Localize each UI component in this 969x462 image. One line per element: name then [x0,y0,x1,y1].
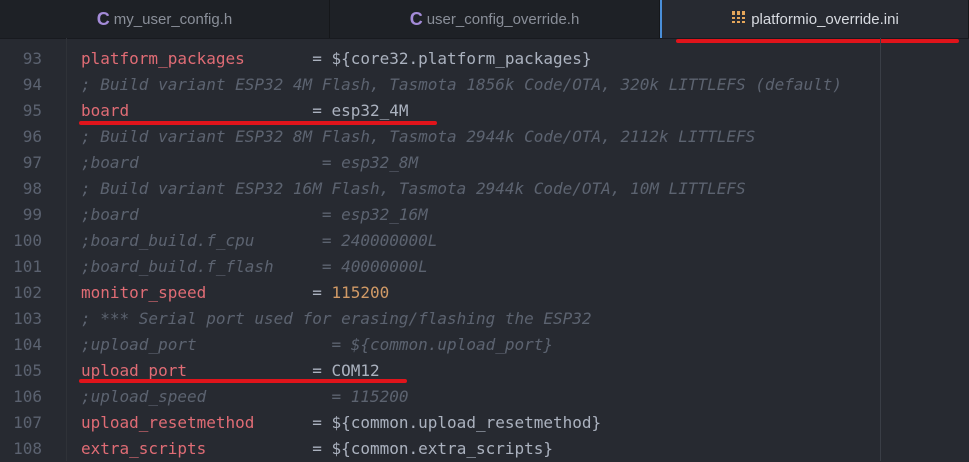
line-number: 94 [22,75,42,94]
code-token: board [81,101,130,120]
line-code: ; *** Serial port used for erasing/flash… [81,306,592,332]
clipped-line: . . . . . . . . . [81,28,621,40]
line-code: upload_resetmethod = ${common.upload_res… [81,410,601,436]
line-code: ;board = esp32_16M [81,202,428,228]
line-code: ;upload_port = ${common.upload_port} [81,332,553,358]
line-number: 107 [13,413,42,432]
code-line[interactable]: 101 ;board_build.f_flash = 40000000L [0,254,969,280]
code-token: ; Build variant ESP32 16M Flash, Tasmota… [81,179,746,198]
line-number: 101 [13,257,42,276]
code-line[interactable]: 103 ; *** Serial port used for erasing/fl… [0,306,969,332]
code-token: monitor_speed [81,283,207,302]
line-number: 105 [13,361,42,380]
line-code: ; Build variant ESP32 16M Flash, Tasmota… [81,176,746,202]
code-line[interactable]: 102 monitor_speed = 115200 [0,280,969,306]
code-token: upload_resetmethod [81,413,255,432]
annotation-underline [79,121,437,125]
tab-platformio-override[interactable]: platformio_override.ini [660,0,969,38]
annotation-underline [79,379,407,383]
code-line[interactable]: 107 upload_resetmethod = ${common.upload_… [0,410,969,436]
code-token: extra_scripts [81,439,207,458]
code-token: ;board_build.f_cpu = 240000000L [81,231,438,250]
tab-label: my_user_config.h [113,10,233,28]
line-number: 108 [13,439,42,458]
code-token: platform_packages [81,49,245,68]
line-number: 98 [22,179,42,198]
line-number: 102 [13,283,42,302]
line-number: 99 [22,205,42,224]
code-token: ;board_build.f_flash = 40000000L [81,257,428,276]
code-line[interactable]: 100 ;board_build.f_cpu = 240000000L [0,228,969,254]
code-line[interactable]: 106 ;upload_speed = 115200 [0,384,969,410]
line-number: 100 [13,231,42,250]
code-line[interactable]: 96 ; Build variant ESP32 8M Flash, Tasmot… [0,124,969,150]
code-line[interactable]: 99 ;board = esp32_16M [0,202,969,228]
code-line[interactable]: 93 platform_packages = ${core32.platform_… [0,46,969,72]
line-number: 104 [13,335,42,354]
code-token: = [206,283,332,302]
code-token: = COM12 [186,361,380,380]
line-code: ;board = esp32_8M [81,150,418,176]
tab-label: platformio_override.ini [751,10,899,28]
code-token: ; Build variant ESP32 4M Flash, Tasmota … [81,75,842,94]
line-number: 95 [22,101,42,120]
code-line[interactable]: 94 ; Build variant ESP32 4M Flash, Tasmot… [0,72,969,98]
line-code: ; Build variant ESP32 8M Flash, Tasmota … [81,124,755,150]
code-token: ;upload_port = ${common.upload_port} [81,335,554,354]
code-token: = ${core32.platform_packages} [244,49,592,68]
code-token: upload_port [81,361,187,380]
code-line[interactable]: 97 ;board = esp32_8M [0,150,969,176]
code-token: ;upload_speed = 115200 [81,387,409,406]
line-number: 103 [13,309,42,328]
code-token: = ${common.upload_resetmethod} [254,413,602,432]
line-code: extra_scripts = ${common.extra_scripts} [81,436,553,462]
tab-label: user_config_override.h [426,10,580,28]
code-line[interactable]: 108 extra_scripts = ${common.extra_script… [0,436,969,462]
code-token: ; Build variant ESP32 8M Flash, Tasmota … [81,127,756,146]
c-file-icon: C [409,8,423,29]
line-code: ;upload_speed = 115200 [81,384,409,410]
line-code: platform_packages = ${core32.platform_pa… [81,46,592,72]
line-code: ; Build variant ESP32 4M Flash, Tasmota … [81,72,842,98]
code-token: = ${common.extra_scripts} [206,439,554,458]
line-code: ;board_build.f_cpu = 240000000L [81,228,437,254]
line-number: 106 [13,387,42,406]
c-file-icon: C [96,8,110,29]
code-line[interactable]: 98 ; Build variant ESP32 16M Flash, Tasmo… [0,176,969,202]
line-number: 96 [22,127,42,146]
ini-file-icon [731,9,748,30]
code-token: = esp32_4M [129,101,409,120]
code-token: ;board = esp32_16M [81,205,428,224]
line-code: ;board_build.f_flash = 40000000L [81,254,428,280]
code-token: ;board = esp32_8M [81,153,419,172]
code-token: 115200 [331,283,390,302]
code-token: ; *** Serial port used for erasing/flash… [81,309,592,328]
line-code: monitor_speed = 115200 [81,280,389,306]
line-number: 97 [22,153,42,172]
annotation-underline [676,39,959,43]
line-number: 93 [22,49,42,68]
code-line[interactable]: 104 ;upload_port = ${common.upload_port} [0,332,969,358]
